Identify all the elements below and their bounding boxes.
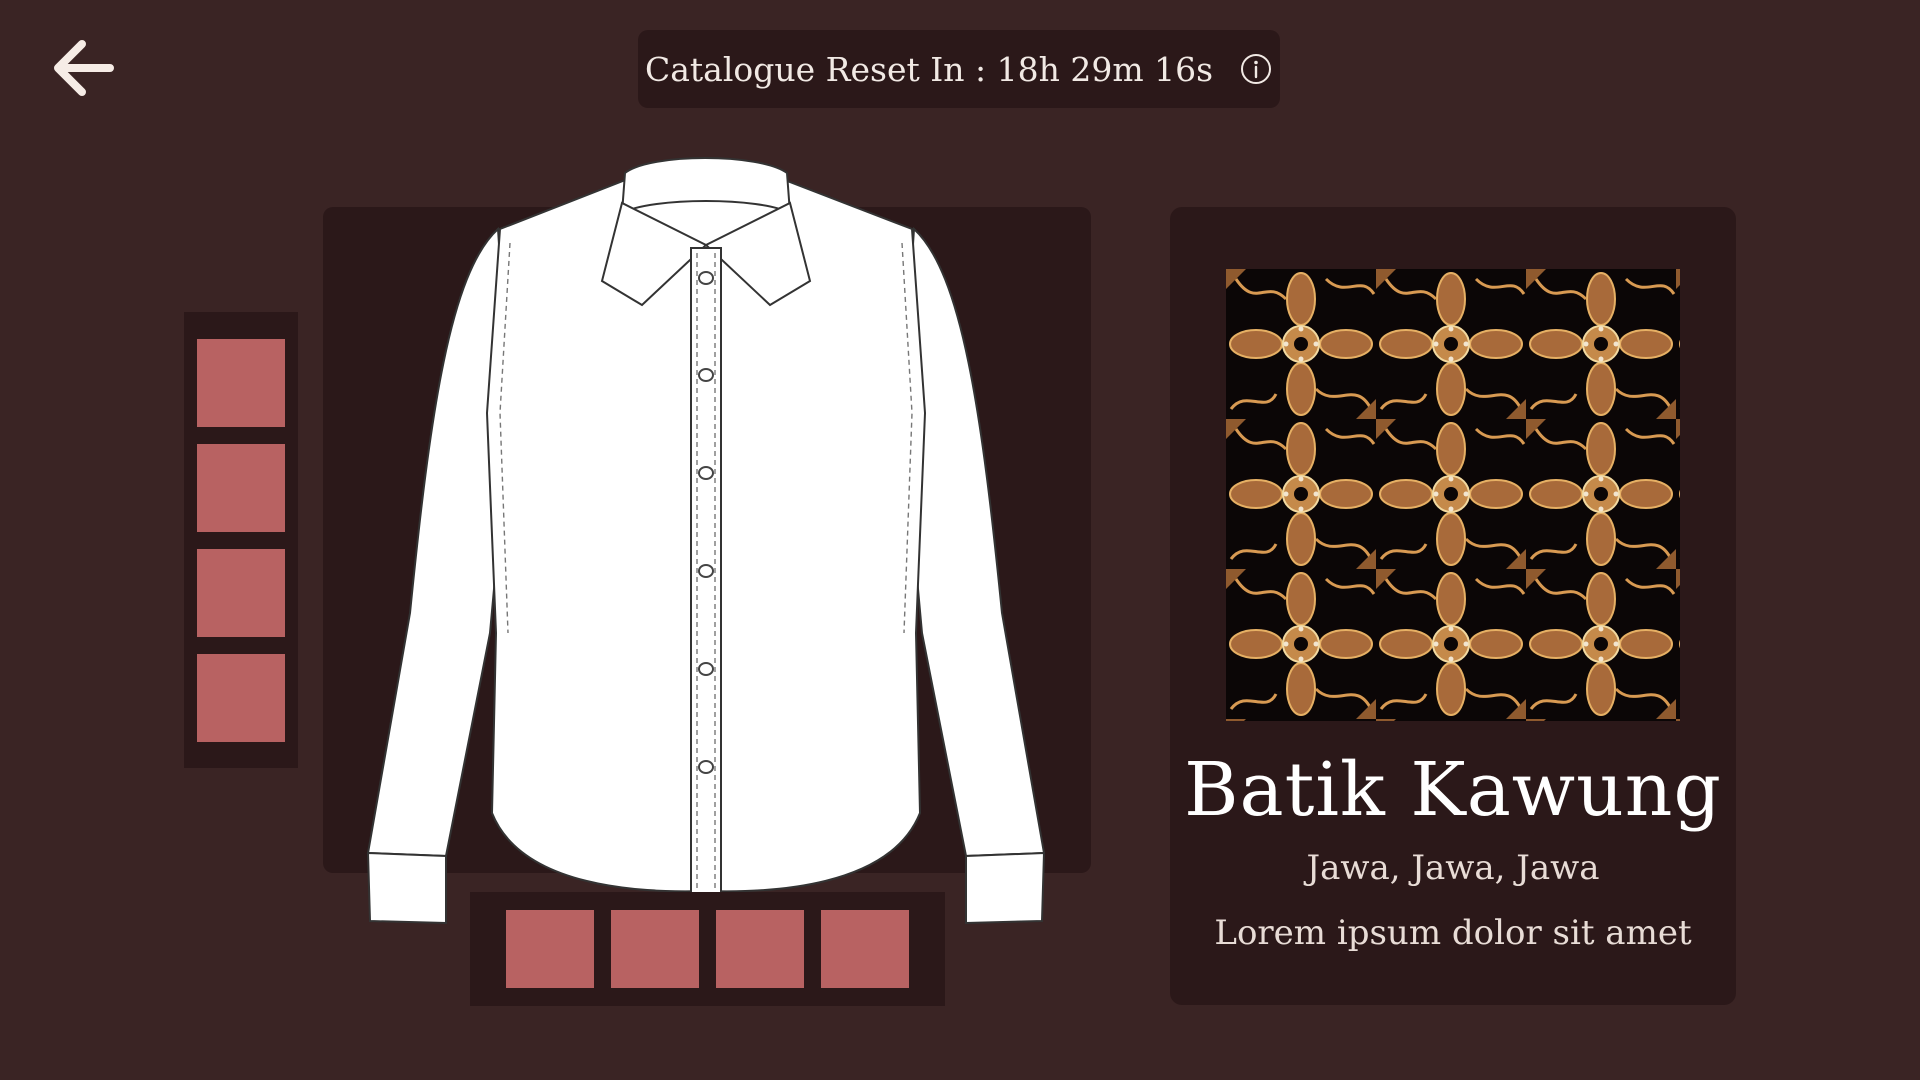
side-swatch-strip	[184, 312, 298, 768]
side-swatch-4[interactable]	[197, 653, 285, 742]
bottom-swatch-3[interactable]	[716, 910, 804, 988]
pattern-description: Lorem ipsum dolor sit amet	[1214, 913, 1692, 953]
shirt-preview	[366, 157, 1046, 925]
bottom-swatch-4[interactable]	[821, 910, 909, 988]
info-icon[interactable]	[1239, 52, 1273, 86]
pattern-name: Batik Kawung	[1184, 747, 1722, 833]
bottom-swatch-2[interactable]	[611, 910, 699, 988]
pattern-origin: Jawa, Jawa, Jawa	[1306, 848, 1600, 888]
back-button[interactable]	[48, 32, 120, 104]
side-swatch-1[interactable]	[197, 338, 285, 427]
bottom-swatch-strip	[470, 892, 945, 1006]
bottom-swatch-1[interactable]	[506, 910, 594, 988]
batik-pattern-image	[1226, 269, 1680, 721]
arrow-left-icon	[54, 40, 114, 96]
catalogue-reset-text: Catalogue Reset In : 18h 29m 16s	[644, 49, 1214, 89]
side-swatch-3[interactable]	[197, 548, 285, 637]
catalogue-reset-bar: Catalogue Reset In : 18h 29m 16s	[638, 30, 1280, 108]
side-swatch-2[interactable]	[197, 443, 285, 532]
pattern-info-panel: Batik Kawung Jawa, Jawa, Jawa Lorem ipsu…	[1170, 207, 1736, 1005]
